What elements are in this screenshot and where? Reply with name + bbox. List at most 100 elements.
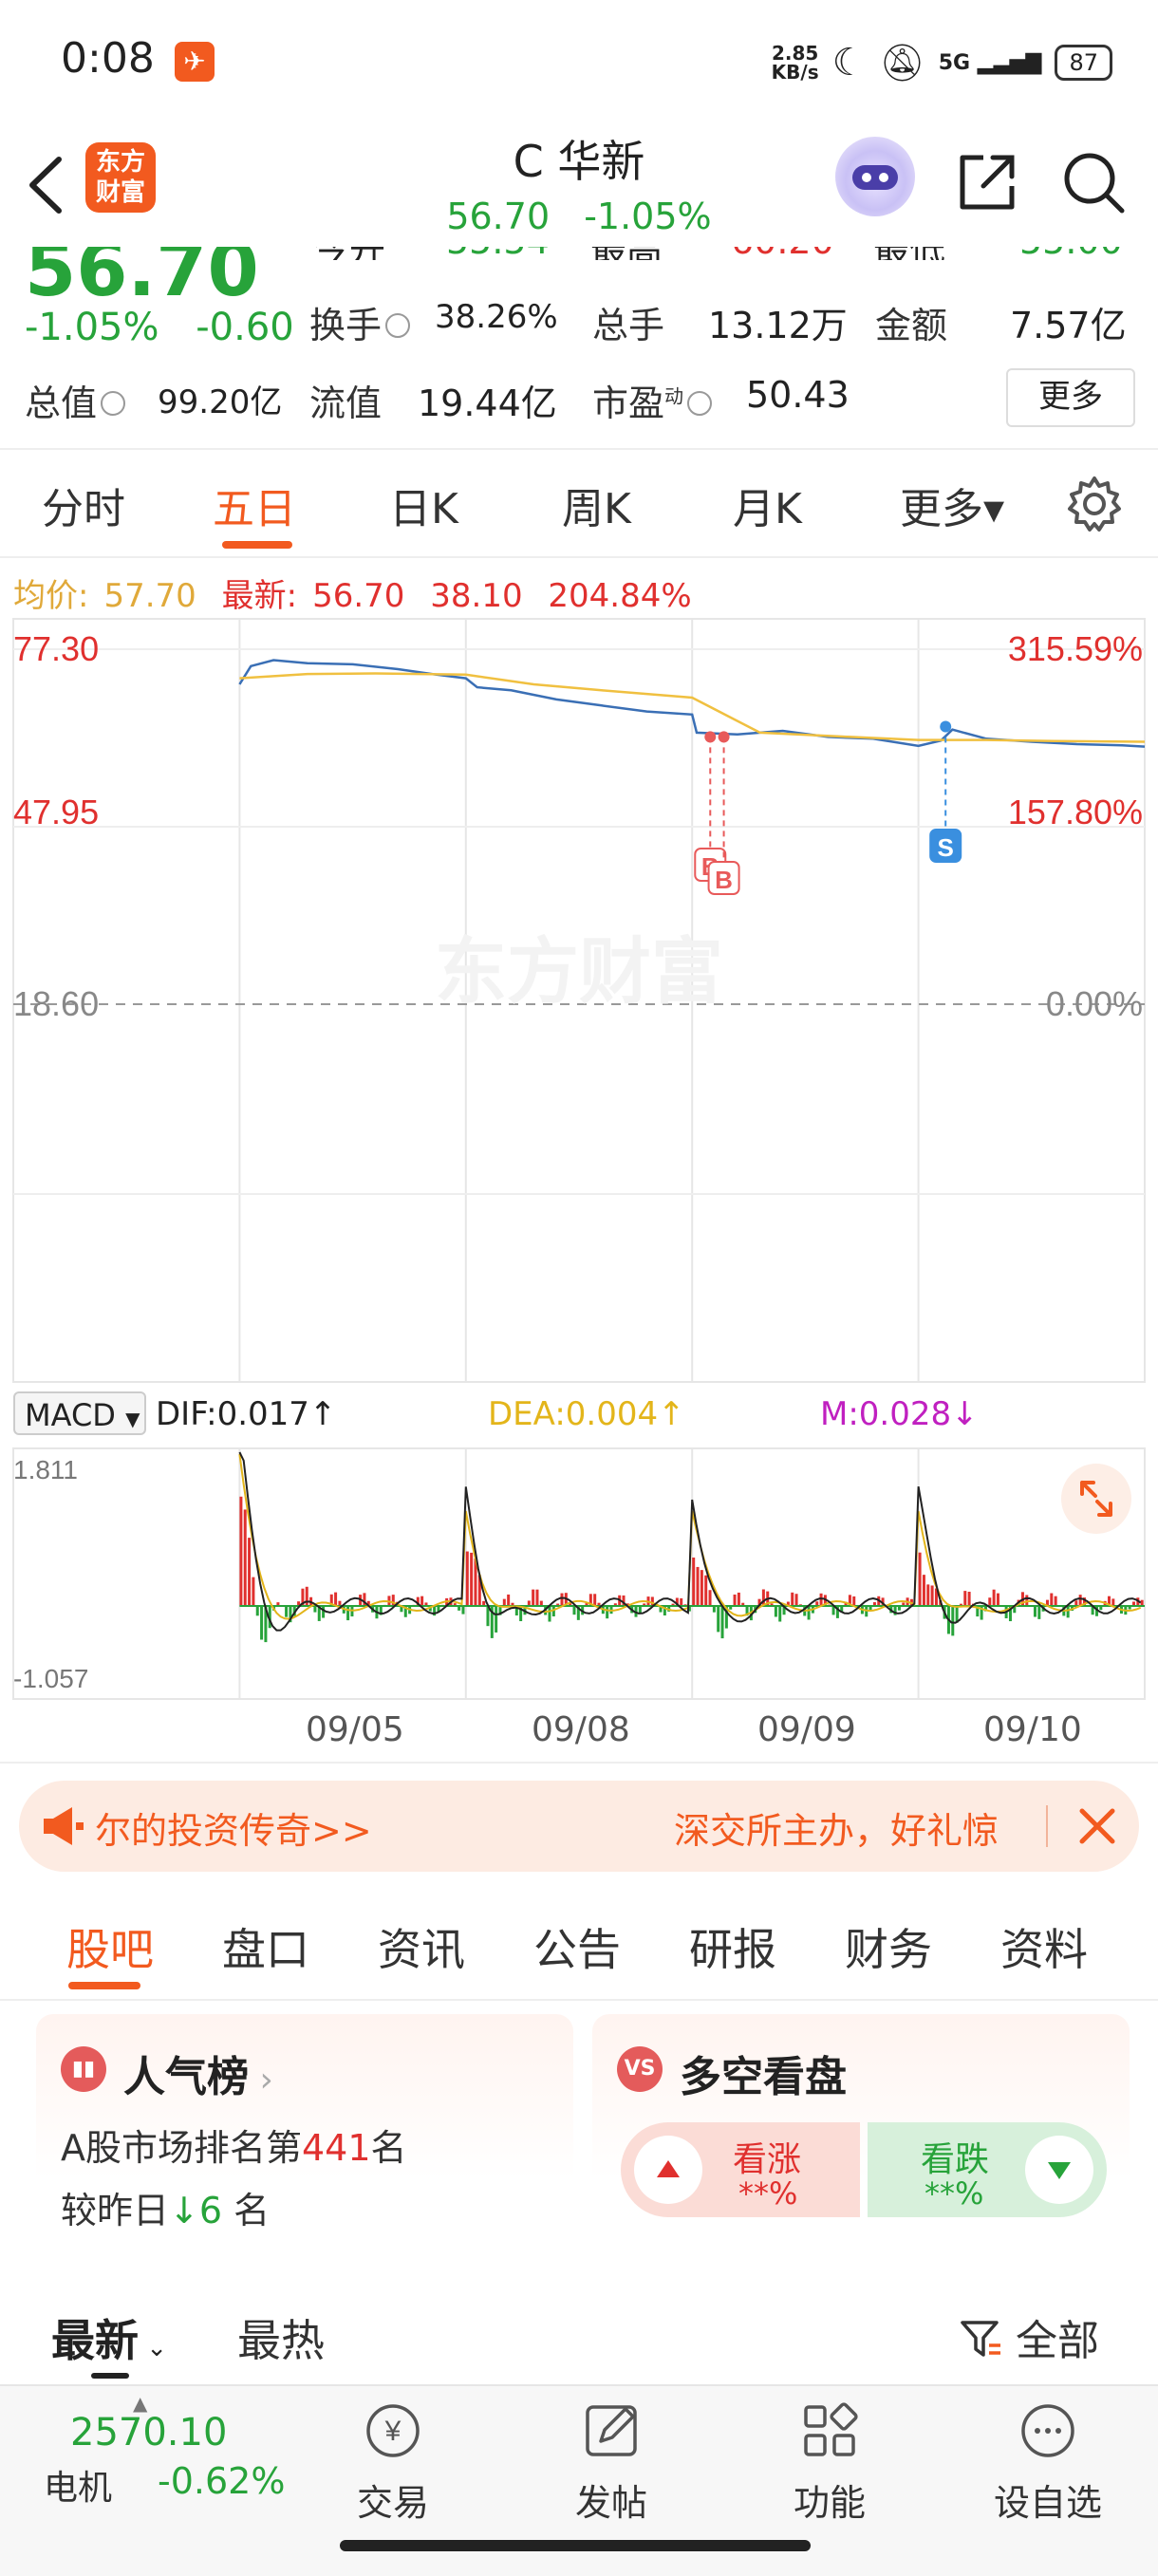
tab-more[interactable]: 更多▾ — [900, 475, 1004, 535]
search-icon — [1061, 150, 1128, 216]
legend-change: 38.10 — [430, 577, 522, 615]
tab-research[interactable]: 研报 — [689, 1915, 776, 1978]
nav-post[interactable]: 发帖 — [545, 2398, 678, 2526]
macd-chart[interactable]: 1.811 -1.057 — [0, 1445, 1158, 1703]
index-value[interactable]: 2570.10 — [70, 2411, 227, 2455]
more-quote-button[interactable]: 更多 — [1006, 368, 1135, 427]
chart-markers: BBS — [695, 721, 961, 894]
macd-bar — [988, 1597, 991, 1606]
signal-icon: 5G ▂▃▅▇ — [939, 51, 1042, 75]
nav-add-watchlist[interactable]: 设自选 — [981, 2398, 1114, 2526]
promo-banner[interactable]: 尔的投资传奇>> 深交所主办，好礼惊 — [19, 1781, 1139, 1872]
tab-weekly-k[interactable]: 周K — [562, 475, 631, 535]
tab-intraday[interactable]: 分时 — [42, 475, 125, 535]
bear-vote-button[interactable]: 看跌 **% — [868, 2122, 1107, 2217]
chart-settings-button[interactable] — [1065, 475, 1124, 533]
macd-bar — [606, 1606, 608, 1618]
x-tick-label: 09/05 — [306, 1710, 404, 1749]
bar-chart-icon: ▮▮ — [61, 2046, 106, 2092]
macd-bar — [738, 1593, 740, 1606]
latest-label: 最新: — [222, 577, 297, 615]
banner-close-button[interactable] — [1074, 1801, 1120, 1851]
popularity-rank: A股市场排名第441名 — [61, 2119, 407, 2171]
notification-app-icon: ✈ — [175, 42, 215, 82]
macd-bar — [466, 1552, 469, 1606]
mute-icon: 🔕︎ — [879, 42, 925, 84]
tab-five-day[interactable]: 五日 — [213, 475, 296, 535]
arrow-down-icon: ↓ — [169, 2190, 199, 2231]
tab-daily-k[interactable]: 日K — [389, 475, 458, 535]
turnover-label: 换手 — [309, 296, 410, 348]
macd-bar — [680, 1598, 682, 1606]
expand-chart-button[interactable] — [1061, 1464, 1131, 1534]
macd-bar — [507, 1595, 510, 1606]
share-button[interactable] — [955, 150, 1019, 215]
active-tab-indicator — [222, 541, 292, 549]
x-tick-label: 09/09 — [757, 1710, 856, 1749]
macd-bar — [306, 1587, 308, 1606]
vs-icon: VS — [617, 2046, 663, 2092]
pe-value: 50.43 — [746, 374, 850, 416]
chart-period-tabs: 分时 五日 日K 周K 月K 更多▾ — [0, 454, 1158, 558]
mktcap-label: 总值 — [25, 374, 125, 426]
macd-bar — [560, 1594, 563, 1606]
bull-vote-button[interactable]: 看涨 **% — [621, 2122, 860, 2217]
popularity-title: 人气榜 › — [123, 2043, 273, 2103]
chart-legend: 均价:57.70 最新:56.70 38.10 204.84% — [13, 569, 707, 616]
header-price: 56.70 — [446, 196, 550, 237]
macd-bar — [1050, 1594, 1053, 1606]
macd-bar — [717, 1606, 719, 1632]
macd-bar — [968, 1592, 971, 1606]
tab-financials[interactable]: 财务 — [845, 1915, 932, 1978]
five-day-price-chart[interactable]: 东方财富 77.30 47.95 18.60 315.59% 157.80% 0… — [0, 617, 1158, 1386]
pe-label: 市盈动 — [592, 374, 712, 426]
macd-bar — [548, 1606, 551, 1622]
amount-label: 金额 — [875, 296, 947, 348]
home-indicator[interactable] — [340, 2540, 811, 2551]
nav-trade[interactable]: ¥ 交易 — [327, 2398, 459, 2526]
macd-bar — [993, 1590, 996, 1606]
change-amount: -0.60 — [196, 306, 294, 349]
macd-bar — [1055, 1596, 1057, 1606]
index-name[interactable]: 电机 — [44, 2460, 112, 2510]
share-icon — [955, 150, 1019, 215]
bear-pct: **% — [925, 2175, 983, 2212]
divider — [0, 1762, 1158, 1764]
turnover-value: 38.26% — [435, 298, 558, 336]
macd-bar — [593, 1594, 596, 1606]
macd-bar — [495, 1606, 497, 1633]
index-change[interactable]: -0.62% — [158, 2460, 285, 2502]
x-tick-label: 09/10 — [983, 1710, 1082, 1749]
avg-label: 均价: — [13, 577, 88, 615]
macd-bar — [951, 1606, 954, 1635]
feed-tab-hot[interactable]: 最热 — [237, 2306, 325, 2369]
chevron-right-icon: › — [249, 2061, 273, 2100]
indicator-select[interactable]: MACD ▼ — [13, 1391, 146, 1435]
tab-forum[interactable]: 股吧 — [66, 1915, 154, 1978]
tab-announcements[interactable]: 公告 — [533, 1915, 621, 1978]
popularity-card[interactable]: ▮▮ 人气榜 › A股市场排名第441名 较昨日↓6 名 — [36, 2014, 573, 2249]
back-button[interactable] — [23, 152, 70, 218]
ai-assistant-icon[interactable] — [835, 137, 915, 216]
feed-tab-latest[interactable]: 最新 ⌄ — [51, 2306, 167, 2369]
tab-news[interactable]: 资讯 — [378, 1915, 465, 1978]
expand-icon — [1061, 1464, 1131, 1534]
popularity-change: 较昨日↓6 名 — [61, 2181, 270, 2233]
macd-y-bottom: -1.057 — [13, 1664, 88, 1693]
y-left-tick-mid: 47.95 — [13, 793, 99, 831]
filter-button[interactable]: 全部 — [959, 2306, 1099, 2367]
macd-bar — [923, 1575, 925, 1606]
macd-bar — [503, 1599, 506, 1606]
search-button[interactable] — [1061, 150, 1128, 216]
macd-bar — [639, 1606, 642, 1613]
avg-value: 57.70 — [103, 577, 196, 615]
nav-functions[interactable]: 功能 — [763, 2398, 896, 2526]
tab-monthly-k[interactable]: 月K — [733, 475, 802, 535]
tab-profile[interactable]: 资料 — [1000, 1915, 1088, 1978]
feed-tabs: 最新 ⌄ 最热 全部 — [0, 2278, 1158, 2373]
tab-order-book[interactable]: 盘口 — [222, 1915, 309, 1978]
stock-header: C 华新 56.70 -1.05% 东方财富 — [0, 123, 1158, 247]
macd-bar — [778, 1606, 781, 1622]
macd-bar — [721, 1606, 724, 1638]
macd-bar — [704, 1576, 707, 1606]
